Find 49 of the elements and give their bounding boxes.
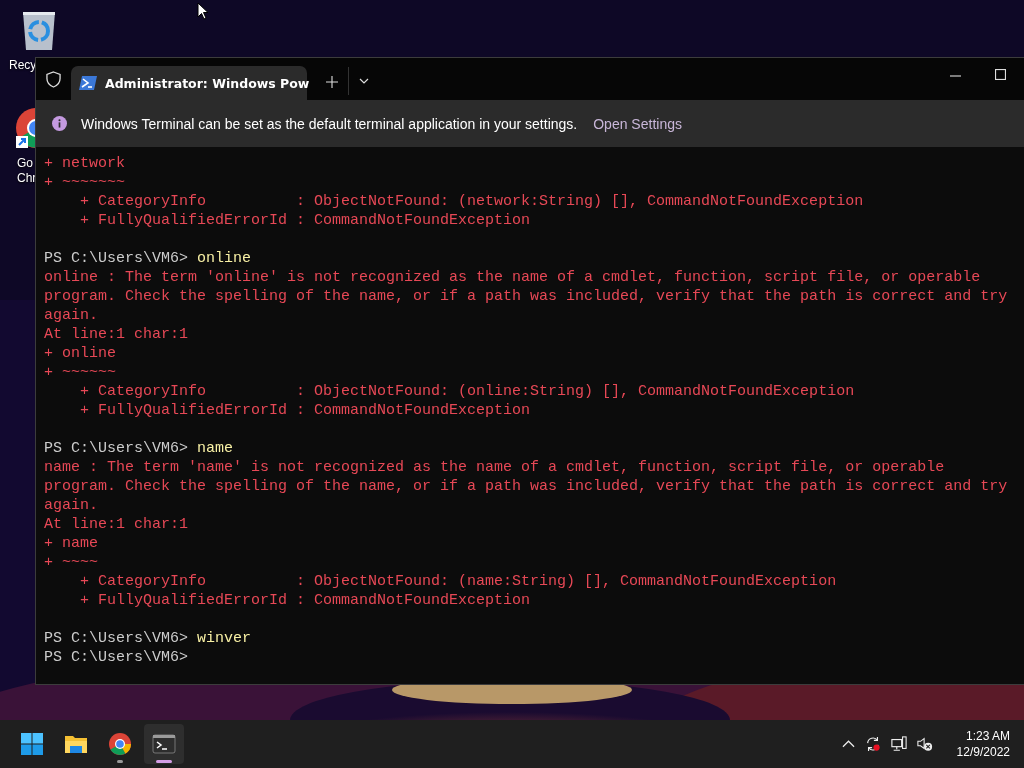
clock[interactable]: 1:23 AM 12/9/2022 [956, 728, 1010, 760]
open-settings-link[interactable]: Open Settings [593, 115, 682, 132]
taskbar-app[interactable] [144, 724, 184, 764]
tab[interactable]: Administrator: Windows Pow [71, 66, 307, 100]
volume-muted-icon[interactable] [916, 736, 933, 752]
error-line: + FullyQualifiedErrorId : CommandNotFoundException [79, 591, 531, 610]
icon-label: Recy [9, 58, 37, 73]
prompt-text: PS C:\Users\VM6> [44, 439, 189, 458]
error-line: again. [44, 496, 98, 515]
error-line: again. [44, 306, 98, 325]
command-text: winver [197, 629, 252, 648]
error-line: + CategoryInfo : ObjectNotFound: (online:String) [], CommandNotFoundException [79, 382, 855, 401]
error-line: + FullyQualifiedErrorId : CommandNotFoundException [79, 211, 531, 230]
error-line: + name [44, 534, 98, 553]
error-line: + CategoryInfo : ObjectNotFound: (network:String) [], CommandNotFoundException [79, 192, 864, 211]
error-line: + online [44, 344, 116, 363]
icon-label: Chr [17, 171, 37, 186]
error-line: + ~~~~~~ [44, 363, 116, 382]
windows-logo-icon [20, 732, 44, 756]
error-line: At line:1 char:1 [44, 325, 189, 344]
error-line: online : The term 'online' is not recognized as the name of a cmdlet, function, script file, or operable [44, 268, 981, 287]
error-line: At line:1 char:1 [44, 515, 189, 534]
error-line: name : The term 'name' is not recognized as the name of a cmdlet, function, script file, or operable [44, 458, 945, 477]
error-line: program. Check the spelling of the name, or if a path was included, verify that the path is correct and try [44, 477, 1008, 496]
info-message: Windows Terminal can be set as the default terminal application in your settings. [81, 115, 578, 132]
error-line: + ~~~~~~~ [44, 173, 125, 192]
terminal-icon [152, 732, 176, 756]
prompt-text: PS C:\Users\VM6> [44, 629, 189, 648]
new-tab-icon[interactable] [326, 76, 338, 88]
chevron-up-icon[interactable] [841, 740, 855, 748]
error-line: + network [44, 154, 125, 173]
network-icon[interactable] [890, 736, 907, 752]
sync-icon[interactable] [864, 736, 881, 752]
error-line: + FullyQualifiedErrorId : CommandNotFoundException [79, 401, 531, 420]
command-text: name [197, 439, 234, 458]
command-text: online [197, 249, 252, 268]
error-line: program. Check the spelling of the name, or if a path was included, verify that the path is correct and try [44, 287, 1008, 306]
shield-icon [46, 71, 61, 88]
dropdown-icon[interactable] [359, 78, 369, 84]
info-icon [52, 116, 67, 131]
icon-label: Go [17, 156, 33, 171]
prompt-text: PS C:\Users\VM6> [44, 249, 189, 268]
powershell-icon [79, 76, 97, 90]
prompt-text: PS C:\Users\VM6> [44, 648, 189, 667]
error-line: + ~~~~ [44, 553, 98, 572]
cursor-icon [197, 2, 209, 20]
chrome-icon [108, 732, 132, 756]
error-line: + CategoryInfo : ObjectNotFound: (name:String) [], CommandNotFoundException [79, 572, 837, 591]
maximize-icon[interactable] [995, 69, 1006, 80]
